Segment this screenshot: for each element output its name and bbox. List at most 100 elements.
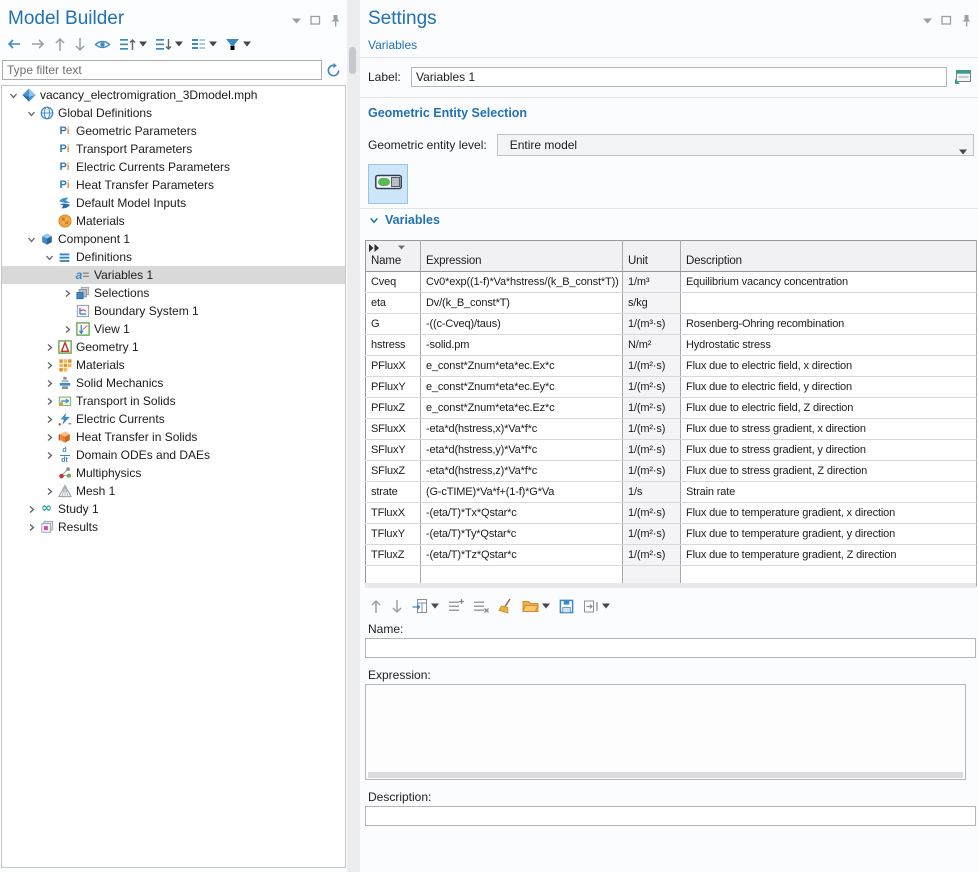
table-horizontal-scrollbar[interactable]: [365, 583, 976, 588]
back-button[interactable]: [3, 34, 25, 54]
unit-cell[interactable]: s/kg: [623, 293, 681, 314]
chevron-collapsed-icon[interactable]: [24, 505, 38, 514]
chevron-collapsed-icon[interactable]: [42, 361, 56, 370]
float-window-icon[interactable]: [310, 15, 321, 26]
tree-item-variables-1[interactable]: a=Variables 1: [2, 266, 345, 284]
expression-cell[interactable]: -eta*d(hstress,z)*Va*f*c: [421, 461, 623, 482]
description-cell[interactable]: Flux due to temperature gradient, x dire…: [681, 503, 977, 524]
chevron-expanded-icon[interactable]: [24, 235, 38, 244]
tree-item-study-1[interactable]: ∞Study 1: [2, 500, 345, 518]
dropdown-caret-icon[interactable]: [209, 41, 217, 47]
name-cell[interactable]: SFluxY: [366, 440, 421, 461]
table-row[interactable]: etaDv/(k_B_const*T)s/kg: [366, 293, 977, 314]
field-width-button[interactable]: [580, 596, 613, 616]
table-row[interactable]: SFluxX-eta*d(hstress,x)*Va*f*c1/(m²·s)Fl…: [366, 419, 977, 440]
tree-item-default-model-inputs[interactable]: Default Model Inputs: [2, 194, 345, 212]
expression-cell[interactable]: -(eta/T)*Tz*Qstar*c: [421, 545, 623, 566]
table-row[interactable]: SFluxZ-eta*d(hstress,z)*Va*f*c1/(m²·s)Fl…: [366, 461, 977, 482]
unit-cell[interactable]: 1/(m²·s): [623, 356, 681, 377]
load-file-button[interactable]: [519, 596, 553, 616]
expression-cell[interactable]: -eta*d(hstress,y)*Va*f*c: [421, 440, 623, 461]
expression-cell[interactable]: Cv0*exp((1-f)*Va*hstress/(k_B_const*T)): [421, 272, 623, 293]
description-cell[interactable]: Flux due to temperature gradient, Z dire…: [681, 545, 977, 566]
name-cell[interactable]: TFluxZ: [366, 545, 421, 566]
tree-item-selections[interactable]: Selections: [2, 284, 345, 302]
tree-item-heat-transfer-in-solids[interactable]: Heat Transfer in Solids: [2, 428, 345, 446]
tree-item-geometric-parameters[interactable]: PiGeometric Parameters: [2, 122, 345, 140]
description-cell[interactable]: Hydrostatic stress: [681, 335, 977, 356]
collapse-all-button[interactable]: [152, 34, 186, 54]
chevron-collapsed-icon[interactable]: [42, 379, 56, 388]
tree-item-electric-currents-parameters[interactable]: PiElectric Currents Parameters: [2, 158, 345, 176]
tree-item-solid-mechanics[interactable]: Solid Mechanics: [2, 374, 345, 392]
tree-item-global-definitions[interactable]: Global Definitions: [2, 104, 345, 122]
refresh-icon[interactable]: [322, 63, 344, 78]
name-cell[interactable]: G: [366, 314, 421, 335]
table-row[interactable]: strate(G-cTIME)*Va*f+(1-f)*G*Va1/sStrain…: [366, 482, 977, 503]
unit-cell[interactable]: 1/(m²·s): [623, 419, 681, 440]
description-cell[interactable]: Flux due to temperature gradient, y dire…: [681, 524, 977, 545]
tree-item-electric-currents[interactable]: Electric Currents: [2, 410, 345, 428]
name-cell[interactable]: TFluxX: [366, 503, 421, 524]
pin-icon[interactable]: [330, 14, 341, 27]
name-cell[interactable]: hstress: [366, 335, 421, 356]
table-row[interactable]: SFluxY-eta*d(hstress,y)*Va*f*c1/(m²·s)Fl…: [366, 440, 977, 461]
panel-scrollbar-thumb[interactable]: [349, 47, 356, 74]
column-header-name[interactable]: Name: [366, 241, 421, 272]
expression-cell[interactable]: -(eta/T)*Tx*Qstar*c: [421, 503, 623, 524]
expression-cell[interactable]: e_const*Znum*eta*ec.Ex*c: [421, 356, 623, 377]
tree-item-materials[interactable]: Materials: [2, 356, 345, 374]
filter-button[interactable]: [222, 34, 254, 54]
column-header-expression[interactable]: Expression: [421, 241, 623, 272]
name-cell[interactable]: SFluxZ: [366, 461, 421, 482]
filter-input[interactable]: [2, 60, 322, 80]
unit-cell[interactable]: 1/(m²·s): [623, 398, 681, 419]
dropdown-caret-icon[interactable]: [602, 603, 610, 609]
name-cell[interactable]: strate: [366, 482, 421, 503]
chevron-collapsed-icon[interactable]: [42, 487, 56, 496]
skip-columns-icon[interactable]: [369, 244, 380, 252]
tree-item-definitions[interactable]: Definitions: [2, 248, 345, 266]
dropdown-caret-icon[interactable]: [175, 41, 183, 47]
expression-cell[interactable]: -(eta/T)*Ty*Qstar*c: [421, 524, 623, 545]
tree-item-domain-odes-and-daes[interactable]: ddtDomain ODEs and DAEs: [2, 446, 345, 464]
expression-cell[interactable]: -solid.pm: [421, 335, 623, 356]
column-header-description[interactable]: Description: [681, 241, 977, 272]
name-input[interactable]: [365, 638, 976, 658]
unit-cell[interactable]: 1/(m²·s): [623, 461, 681, 482]
chevron-collapsed-icon[interactable]: [42, 451, 56, 460]
table-row[interactable]: PFluxXe_const*Znum*eta*ec.Ex*c1/(m²·s)Fl…: [366, 356, 977, 377]
unit-cell[interactable]: 1/s: [623, 482, 681, 503]
panel-divider[interactable]: [347, 0, 360, 872]
tree-item-component-1[interactable]: Component 1: [2, 230, 345, 248]
move-to-table-button[interactable]: [409, 596, 442, 616]
table-row[interactable]: G-((c-Cveq)/taus)1/(m³·s)Rosenberg-Ohrin…: [366, 314, 977, 335]
add-row-button[interactable]: [445, 596, 467, 616]
description-cell[interactable]: Equilibrium vacancy concentration: [681, 272, 977, 293]
dropdown-caret-icon[interactable]: [139, 41, 147, 47]
column-header-unit[interactable]: Unit: [623, 241, 681, 272]
unit-cell[interactable]: 1/m³: [623, 272, 681, 293]
move-up-button[interactable]: [51, 34, 69, 54]
table-row[interactable]: TFluxY-(eta/T)*Ty*Qstar*c1/(m²·s)Flux du…: [366, 524, 977, 545]
dropdown-caret-icon[interactable]: [431, 603, 439, 609]
tree-item-results[interactable]: Results: [2, 518, 345, 536]
name-cell[interactable]: TFluxY: [366, 524, 421, 545]
clear-table-button[interactable]: [495, 596, 516, 616]
sort-caret-icon[interactable]: [398, 245, 405, 250]
chevron-collapsed-icon[interactable]: [42, 343, 56, 352]
save-file-button[interactable]: [556, 596, 577, 616]
description-cell[interactable]: Strain rate: [681, 482, 977, 503]
table-row[interactable]: PFluxYe_const*Znum*eta*ec.Ey*c1/(m²·s)Fl…: [366, 377, 977, 398]
expression-cell[interactable]: (G-cTIME)*Va*f+(1-f)*G*Va: [421, 482, 623, 503]
unit-cell[interactable]: 1/(m²·s): [623, 545, 681, 566]
expression-scrollbar[interactable]: [368, 772, 963, 778]
table-row[interactable]: PFluxZe_const*Znum*eta*ec.Ez*c1/(m²·s)Fl…: [366, 398, 977, 419]
description-cell[interactable]: Flux due to electric field, x direction: [681, 356, 977, 377]
float-window-icon[interactable]: [941, 15, 952, 26]
unit-cell[interactable]: 1/(m³·s): [623, 314, 681, 335]
show-button[interactable]: [91, 34, 114, 54]
tree-item-view-1[interactable]: View 1: [2, 320, 345, 338]
dropdown-caret-icon[interactable]: [542, 603, 550, 609]
tree-item-geometry-1[interactable]: Geometry 1: [2, 338, 345, 356]
